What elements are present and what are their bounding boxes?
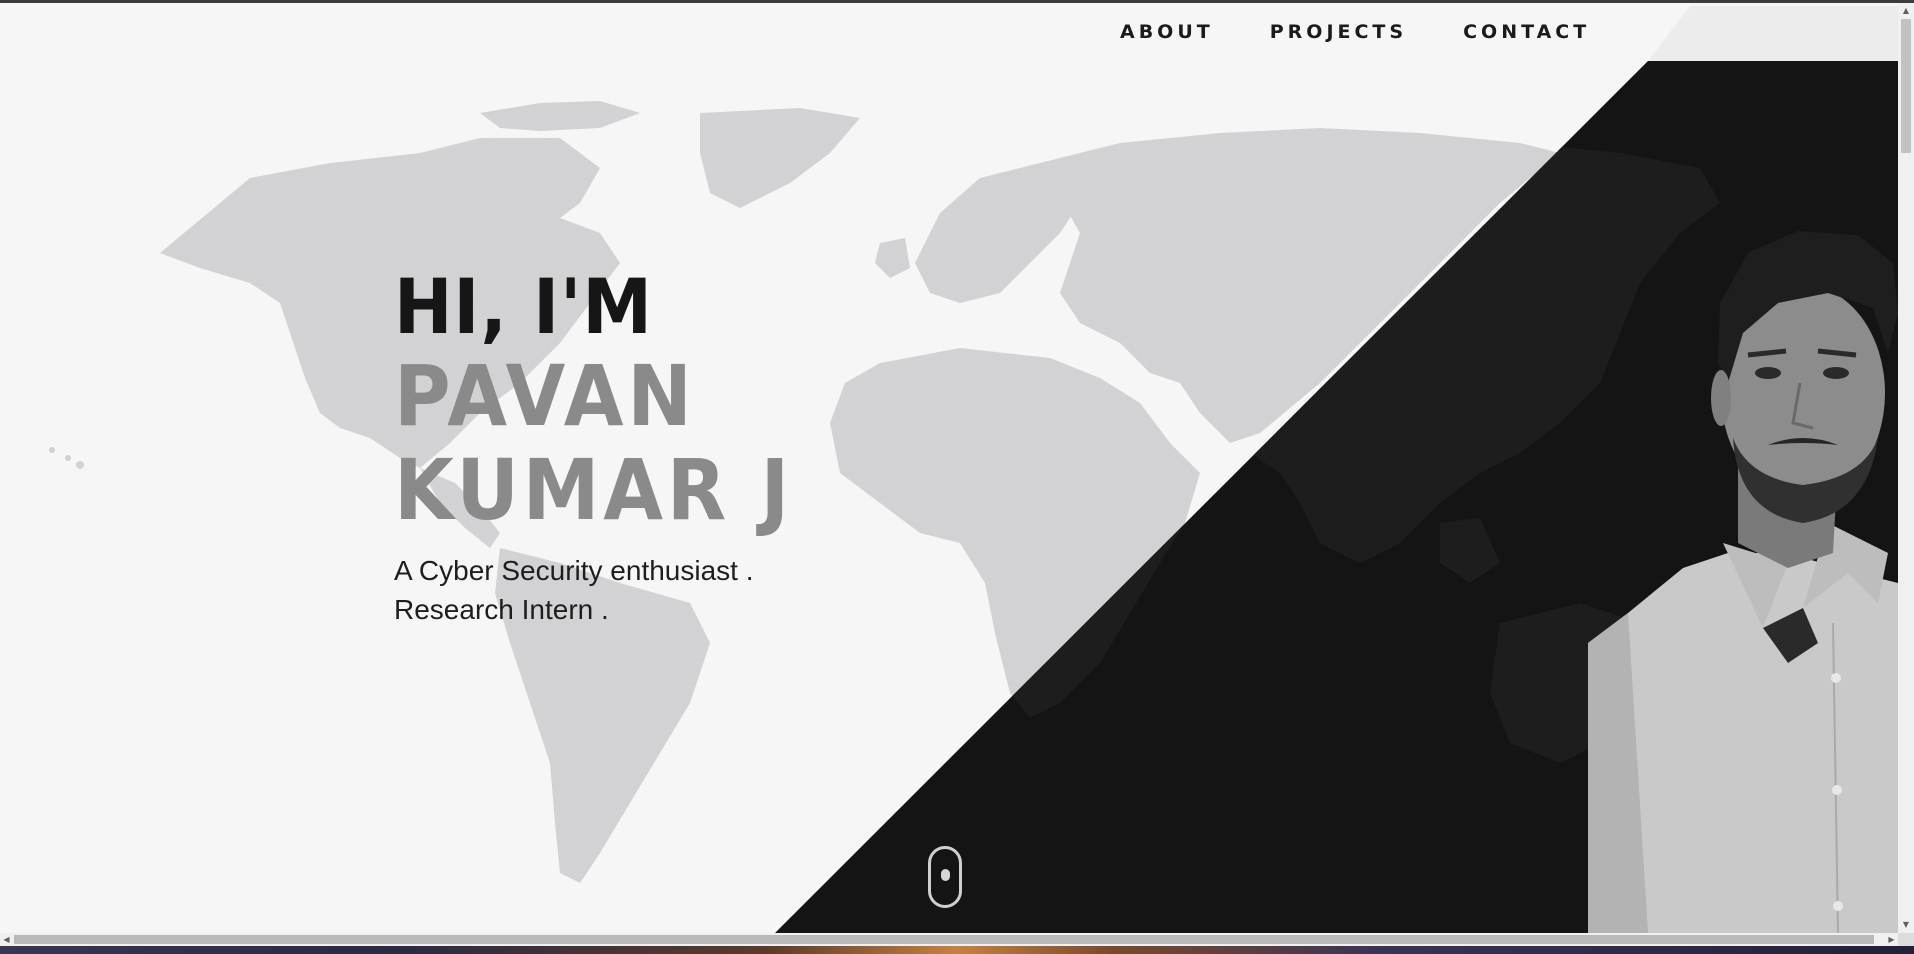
hero-name-first: PAVAN: [394, 347, 696, 445]
hero-name-last: KUMAR J: [394, 441, 793, 539]
hero-intro: HI, I'M PAVAN KUMAR J A Cyber Security e…: [394, 265, 828, 629]
horizontal-scrollbar[interactable]: ◀ ▶: [0, 933, 1898, 946]
scroll-left-arrow-icon[interactable]: ◀: [0, 933, 13, 946]
vertical-scrollbar-thumb[interactable]: [1901, 19, 1911, 153]
hero-tagline-2: Research Intern .: [394, 594, 609, 625]
scroll-wheel-dot: [941, 869, 950, 881]
scroll-right-arrow-icon[interactable]: ▶: [1885, 933, 1898, 946]
horizontal-scrollbar-thumb[interactable]: [14, 935, 1874, 944]
vertical-scrollbar[interactable]: ▲ ▼: [1898, 3, 1914, 933]
nav-about-link[interactable]: ABOUT: [1120, 21, 1214, 43]
main-nav: ABOUT PROJECTS CONTACT: [1120, 21, 1590, 43]
hero-tagline-1: A Cyber Security enthusiast .: [394, 555, 754, 586]
nav-projects-link[interactable]: PROJECTS: [1270, 21, 1407, 43]
scrollbar-corner: [1898, 933, 1914, 946]
scroll-up-arrow-icon[interactable]: ▲: [1898, 3, 1914, 19]
hero-taglines: A Cyber Security enthusiast . Research I…: [394, 551, 828, 629]
nav-contact-link[interactable]: CONTACT: [1463, 21, 1590, 43]
hero-greeting: HI, I'M: [394, 262, 653, 351]
next-section-peek: [0, 946, 1914, 954]
profile-photo: [1588, 231, 1898, 933]
window-top-border: [0, 0, 1914, 3]
hero-section: ABOUT PROJECTS CONTACT HI, I'M PAVAN KUM…: [0, 3, 1898, 933]
scroll-down-arrow-icon[interactable]: ▼: [1898, 917, 1914, 933]
mouse-scroll-icon[interactable]: [928, 846, 962, 908]
